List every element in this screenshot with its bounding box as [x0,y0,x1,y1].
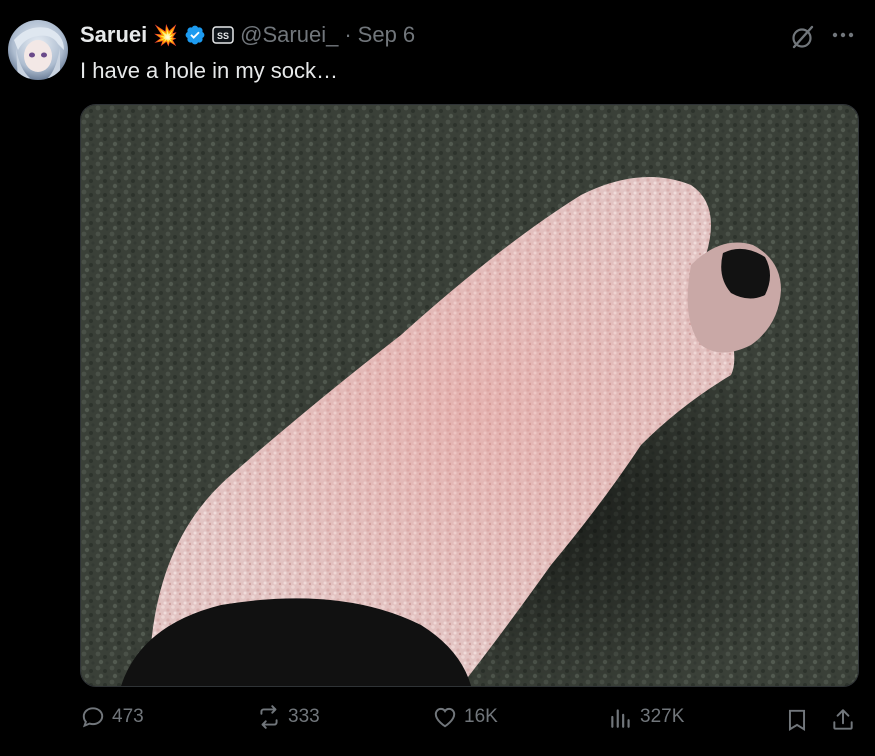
bookmark-icon[interactable] [784,707,810,733]
tweet-date[interactable]: Sep 6 [358,22,416,48]
repost-icon [260,705,278,729]
verified-badge-icon[interactable] [184,24,206,46]
author-badge-emoji: 💥 [153,24,179,47]
reply-count: 473 [112,706,144,727]
affiliate-badge-icon[interactable]: SS [212,26,234,44]
author-name[interactable]: Saruei [80,22,147,48]
views-button[interactable]: 327K [608,704,684,730]
views-icon [611,709,630,728]
tweet-actions: 473 333 16K 327K [80,704,860,736]
repost-button[interactable]: 333 [256,704,320,730]
views-count: 327K [640,706,685,727]
more-icon[interactable] [830,22,856,48]
author-handle[interactable]: @Saruei_ [240,22,338,48]
like-count: 16K [464,706,498,727]
grok-icon[interactable] [790,24,816,50]
avatar[interactable] [8,20,68,80]
tweet-header: Saruei 💥 SS @Saruei_ · Sep 6 [80,20,415,50]
like-icon [434,707,456,728]
tweet-text: I have a hole in my sock… [80,58,339,83]
reply-icon [82,707,104,728]
reply-button[interactable]: 473 [80,704,144,730]
svg-text:SS: SS [217,31,229,41]
separator-dot: · [344,22,352,47]
tweet-media-image[interactable] [80,104,859,687]
share-icon[interactable] [830,707,856,733]
repost-count: 333 [288,706,320,727]
like-button[interactable]: 16K [432,704,498,730]
